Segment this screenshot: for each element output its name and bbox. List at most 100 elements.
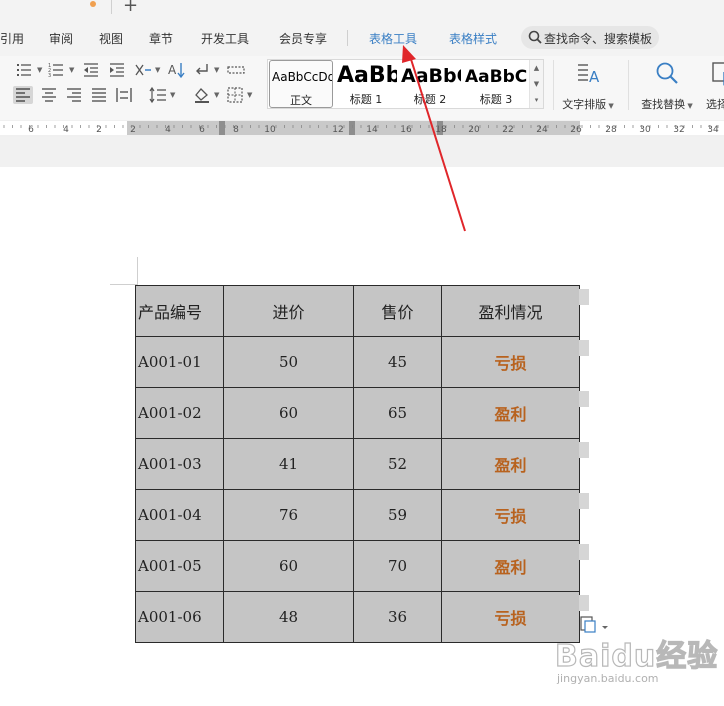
horizontal-ruler[interactable]: 6 4 2 2 4 6 8 10 12 14 16 18 20 22 24 26 28 30 32 34 (0, 120, 724, 137)
bullet-list-icon[interactable] (15, 61, 35, 79)
cell-profit-status[interactable]: 盈利 (441, 540, 580, 592)
menu-developer-tools[interactable]: 开发工具 (201, 30, 249, 47)
cell-product-code[interactable]: A001-01 (135, 336, 224, 388)
header-cost-price[interactable]: 进价 (223, 285, 354, 337)
cell-profit-status[interactable]: 盈利 (441, 387, 580, 439)
ribbon-toolbar: ▼ 123 ▼ ▼ A ▼ ▼ ▼ ▼ AaBbCcDd 正文 AaBb 标题 … (0, 56, 724, 120)
find-replace-button[interactable]: 查找替换 ▼ (636, 60, 698, 112)
cell-product-code[interactable]: A001-05 (135, 540, 224, 592)
cell-sale-price[interactable]: 52 (353, 438, 442, 490)
cell-cost-price[interactable]: 60 (223, 540, 354, 592)
menu-bar: 引用 审阅 视图 章节 开发工具 会员专享 表格工具 表格样式 查找命令、搜索模… (0, 20, 724, 56)
select-icon (712, 62, 724, 86)
sort-icon[interactable]: A (166, 61, 186, 79)
line-spacing-dropdown-icon[interactable]: ▼ (170, 91, 175, 99)
style-normal[interactable]: AaBbCcDd 正文 (269, 60, 333, 108)
borders-icon[interactable] (225, 86, 245, 104)
menu-view[interactable]: 视图 (99, 30, 123, 47)
cell-sale-price[interactable]: 45 (353, 336, 442, 388)
cell-sale-price[interactable]: 70 (353, 540, 442, 592)
ruler-label: 12 (332, 125, 343, 135)
cell-cost-price[interactable]: 50 (223, 336, 354, 388)
menu-table-tools[interactable]: 表格工具 (369, 30, 417, 47)
select-button[interactable]: 选择 (704, 60, 724, 112)
style-heading-1-preview: AaBb (337, 63, 397, 88)
distributed-align-icon[interactable] (114, 86, 134, 104)
cell-sale-price[interactable]: 36 (353, 591, 442, 643)
cell-product-code[interactable]: A001-06 (135, 591, 224, 643)
svg-text:A: A (168, 63, 177, 77)
ruler-label: 32 (673, 125, 684, 135)
chinese-layout-icon[interactable] (133, 61, 153, 79)
text-layout-icon: A (578, 64, 600, 86)
decrease-indent-icon[interactable] (81, 61, 101, 79)
ruler-label: 6 (199, 125, 205, 135)
table-row: A001-06 48 36 亏损 (135, 591, 580, 643)
numbered-list-dropdown-icon[interactable]: ▼ (69, 66, 74, 74)
ruler-ticks: 6 4 2 2 4 6 8 10 12 14 16 18 20 22 24 26 28 30 32 34 (3, 125, 719, 135)
cell-profit-status[interactable]: 亏损 (441, 489, 580, 541)
cell-cost-price[interactable]: 60 (223, 387, 354, 439)
ruler-label: 10 (264, 125, 276, 135)
ruler-label: 2 (96, 125, 102, 135)
style-heading-2-preview: AaBbC (401, 65, 461, 87)
line-spacing-icon[interactable] (148, 86, 168, 104)
text-layout-button[interactable]: A 文字排版 ▼ (557, 60, 619, 112)
page-gap (0, 137, 724, 167)
command-search-box[interactable]: 查找命令、搜索模板 (521, 26, 659, 49)
shading-dropdown-icon[interactable]: ▼ (214, 91, 219, 99)
search-icon (528, 30, 542, 44)
ribbon-divider (628, 60, 629, 110)
bullet-list-dropdown-icon[interactable]: ▼ (37, 66, 42, 74)
menu-chapter[interactable]: 章节 (149, 30, 173, 47)
chinese-layout-dropdown-icon[interactable]: ▼ (155, 66, 160, 74)
ruler-track: 6 4 2 2 4 6 8 10 12 14 16 18 20 22 24 26 28 30 32 34 (0, 121, 724, 135)
cell-cost-price[interactable]: 48 (223, 591, 354, 643)
gallery-down-icon[interactable]: ▼ (530, 76, 543, 92)
menu-review[interactable]: 审阅 (49, 30, 73, 47)
line-break-icon[interactable] (192, 61, 212, 79)
ribbon-divider (553, 60, 554, 110)
ruler-label: 24 (536, 125, 548, 135)
row-end-marker (579, 442, 589, 458)
baidu-jingyan-watermark: Baidu经验 jingyan.baidu.com (554, 631, 724, 691)
style-heading-3[interactable]: AaBbC 标题 3 (463, 60, 529, 108)
shading-fill-icon[interactable] (192, 86, 212, 104)
gallery-up-icon[interactable]: ▲ (530, 60, 543, 76)
data-table[interactable]: 产品编号 进价 售价 盈利情况 A001-01 50 45 亏损 A001-02… (135, 285, 580, 643)
cell-profit-status[interactable]: 亏损 (441, 336, 580, 388)
ruler-label: 34 (707, 125, 719, 135)
menu-member-exclusive[interactable]: 会员专享 (279, 30, 327, 47)
borders-dropdown-icon[interactable]: ▼ (247, 91, 252, 99)
menu-references[interactable]: 引用 (0, 30, 24, 47)
cell-sale-price[interactable]: 65 (353, 387, 442, 439)
unsaved-dot-icon (90, 1, 96, 7)
cell-profit-status[interactable]: 盈利 (441, 438, 580, 490)
header-product-code[interactable]: 产品编号 (135, 285, 224, 337)
distribute-align-icon[interactable] (226, 61, 246, 79)
align-right-icon[interactable] (64, 86, 84, 104)
style-heading-2[interactable]: AaBbC 标题 2 (399, 60, 461, 108)
cell-cost-price[interactable]: 76 (223, 489, 354, 541)
document-page[interactable]: 产品编号 进价 售价 盈利情况 A001-01 50 45 亏损 A001-02… (0, 167, 724, 706)
align-center-icon[interactable] (39, 86, 59, 104)
header-profit-status[interactable]: 盈利情况 (441, 285, 580, 337)
cell-product-code[interactable]: A001-02 (135, 387, 224, 439)
align-left-icon[interactable] (13, 86, 33, 104)
ruler-label: 20 (468, 125, 480, 135)
style-heading-1[interactable]: AaBb 标题 1 (335, 60, 397, 108)
justify-icon[interactable] (89, 86, 109, 104)
ruler-label: 2 (130, 125, 136, 135)
new-tab-plus-icon[interactable]: + (123, 0, 138, 16)
line-break-dropdown-icon[interactable]: ▼ (214, 66, 219, 74)
cell-product-code[interactable]: A001-03 (135, 438, 224, 490)
menu-table-style[interactable]: 表格样式 (449, 30, 497, 47)
gallery-more-icon[interactable]: ▾ (530, 92, 543, 108)
ruler-label: 4 (165, 125, 171, 135)
cell-cost-price[interactable]: 41 (223, 438, 354, 490)
increase-indent-icon[interactable] (107, 61, 127, 79)
numbered-list-icon[interactable]: 123 (47, 61, 67, 79)
header-sale-price[interactable]: 售价 (353, 285, 442, 337)
cell-sale-price[interactable]: 59 (353, 489, 442, 541)
cell-product-code[interactable]: A001-04 (135, 489, 224, 541)
